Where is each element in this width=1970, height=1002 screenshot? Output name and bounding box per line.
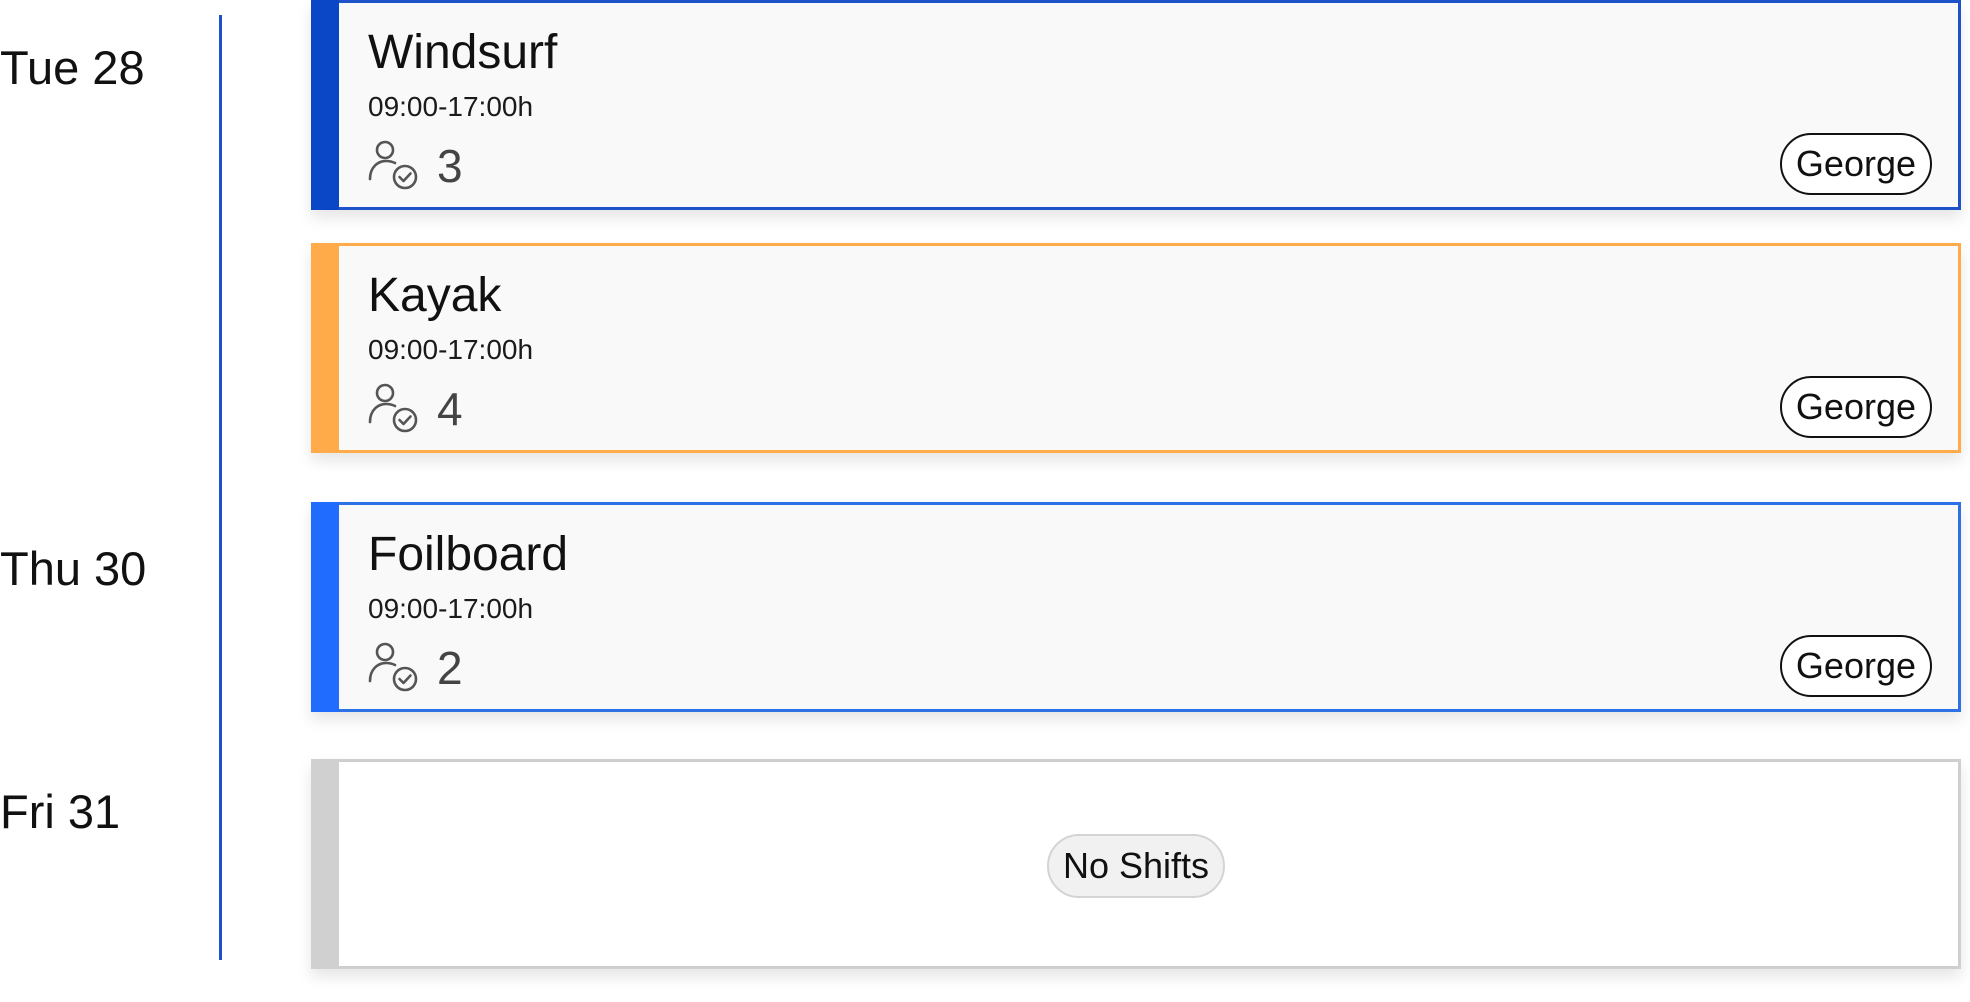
- empty-day-card: No Shifts: [311, 759, 1961, 969]
- day-label-thu-30: Thu 30: [0, 542, 147, 595]
- day-label-fri-31: Fri 31: [0, 785, 121, 838]
- person-check-icon: [368, 642, 418, 692]
- shift-card-kayak[interactable]: Kayak 09:00-17:00h 4 George: [311, 243, 1961, 453]
- staff-count: 3: [437, 140, 463, 192]
- assignee-chip[interactable]: George: [1779, 133, 1932, 195]
- shift-accent-bar: [311, 502, 339, 712]
- shift-title: Foilboard: [368, 528, 569, 581]
- day-label-tue-28: Tue 28: [0, 41, 145, 94]
- shift-time: 09:00-17:00h: [368, 593, 534, 624]
- timeline: [219, 15, 222, 960]
- shift-card-windsurf[interactable]: Windsurf 09:00-17:00h 3 George: [311, 0, 1961, 210]
- shift-card-foilboard[interactable]: Foilboard 09:00-17:00h 2 George: [311, 502, 1961, 712]
- shift-title: Windsurf: [368, 26, 558, 79]
- person-check-icon: [368, 140, 418, 190]
- person-check-icon: [368, 383, 418, 433]
- shift-accent-bar: [311, 243, 339, 453]
- shift-time: 09:00-17:00h: [368, 91, 534, 122]
- shift-title: Kayak: [368, 269, 502, 322]
- staff-count: 2: [437, 642, 463, 694]
- empty-accent-bar: [311, 759, 339, 969]
- staff-count: 4: [437, 383, 463, 435]
- assignee-chip[interactable]: George: [1779, 376, 1932, 438]
- no-shifts-badge: No Shifts: [1046, 834, 1226, 898]
- shift-time: 09:00-17:00h: [368, 334, 534, 365]
- shift-accent-bar: [311, 0, 339, 210]
- assignee-chip[interactable]: George: [1779, 635, 1932, 697]
